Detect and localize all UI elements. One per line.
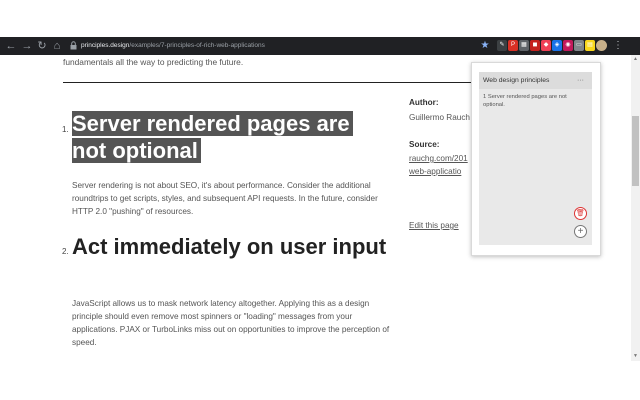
url-domain: principles.design: [81, 42, 130, 49]
divider: [63, 82, 472, 83]
bookmark-star-icon[interactable]: ★: [479, 37, 491, 55]
note-card-text: 1 Server rendered pages are not optional…: [483, 94, 567, 108]
author-label: Author:: [409, 98, 439, 107]
section1-heading-line2: not optional: [72, 138, 201, 163]
section1-number: 1.: [62, 125, 69, 134]
delete-icon[interactable]: 🗑: [574, 207, 587, 220]
section2-body: JavaScript allows us to mask network lat…: [72, 299, 390, 347]
section1-heading: Server rendered pages are not optional: [72, 110, 353, 164]
back-arrow-icon[interactable]: ←: [4, 37, 18, 55]
add-icon[interactable]: +: [574, 225, 587, 238]
forward-arrow-icon[interactable]: →: [20, 37, 34, 55]
source-link-line2[interactable]: web-applicatio: [409, 167, 461, 176]
scrollbar-thumb[interactable]: [632, 116, 639, 186]
section2-heading: Act immediately on user input: [72, 234, 387, 259]
section2-number: 2.: [62, 247, 69, 256]
url-text[interactable]: principles.design/examples/7-principles-…: [81, 39, 265, 53]
reload-icon[interactable]: ↻: [35, 37, 49, 55]
ext-notes-icon[interactable]: ▤: [585, 40, 595, 51]
ext-folder-icon[interactable]: ▭: [574, 40, 584, 51]
section1-heading-line1: Server rendered pages are: [72, 111, 353, 136]
url-path: /examples/7-principles-of-rich-web-appli…: [129, 42, 265, 49]
lock-icon: [70, 41, 77, 50]
intro-text: fundamentals all the way to predicting t…: [63, 57, 244, 67]
scroll-up-icon[interactable]: ▲: [631, 55, 640, 63]
scrollbar-track[interactable]: [631, 55, 640, 361]
author-value: Guillermo Rauch: [409, 113, 470, 122]
source-link-line1[interactable]: rauchg.com/201: [409, 154, 468, 163]
note-card-title: Web design principles: [483, 77, 550, 84]
browser-menu-icon[interactable]: ⋮: [613, 37, 623, 55]
ext-pinterest-icon[interactable]: P: [508, 40, 518, 51]
ext-magenta-icon[interactable]: ◉: [563, 40, 573, 51]
ext-pen-icon[interactable]: ✎: [497, 40, 507, 51]
ext-red-icon[interactable]: ◼: [530, 40, 540, 51]
ext-shield-icon[interactable]: ◈: [552, 40, 562, 51]
ext-grid-icon[interactable]: ▦: [519, 40, 529, 51]
ext-pocket-icon[interactable]: ◆: [541, 40, 551, 51]
section1-body: Server rendering is not about SEO, it's …: [72, 181, 378, 216]
edit-page-link[interactable]: Edit this page: [409, 221, 459, 230]
scroll-down-icon[interactable]: ▼: [631, 352, 640, 360]
profile-avatar[interactable]: [596, 40, 607, 51]
more-options-icon[interactable]: ···: [577, 74, 584, 87]
source-label: Source:: [409, 140, 440, 149]
